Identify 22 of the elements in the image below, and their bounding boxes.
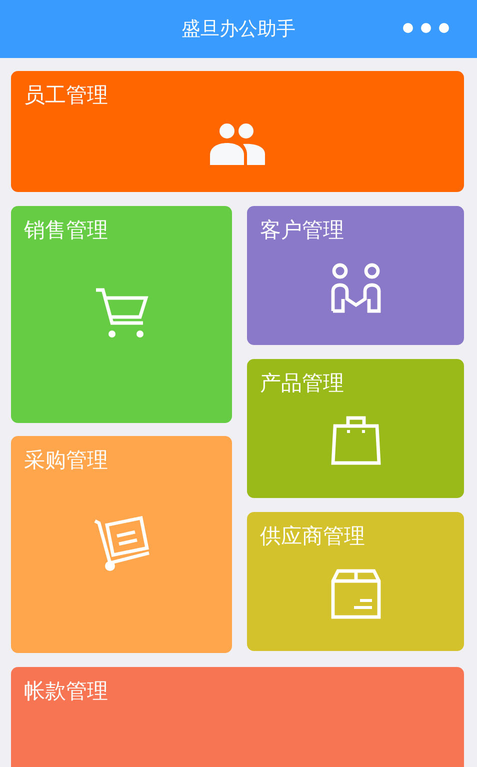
tile[interactable]: 供应商管理 xyxy=(247,512,464,651)
tile-label: 客户管理 xyxy=(260,217,344,244)
tile-label: 产品管理 xyxy=(260,370,344,397)
more-menu-icon[interactable] xyxy=(403,22,449,34)
two-people-icon xyxy=(330,262,380,312)
hand-truck-icon xyxy=(92,514,150,572)
tile-label: 供应商管理 xyxy=(260,523,365,550)
shopping-bag-icon xyxy=(330,416,380,466)
tile-label: 销售管理 xyxy=(24,217,108,244)
box-icon xyxy=(330,568,380,618)
tile[interactable]: 采购管理 xyxy=(11,436,232,653)
tile-label: 员工管理 xyxy=(24,82,108,109)
tile[interactable]: 销售管理 xyxy=(11,206,232,423)
tile-label: 采购管理 xyxy=(24,447,108,474)
tile[interactable]: 产品管理 xyxy=(247,359,464,498)
tile[interactable]: 员工管理 xyxy=(11,71,464,192)
tile[interactable]: 客户管理 xyxy=(247,206,464,345)
people-icon xyxy=(210,122,266,164)
tile-label: 帐款管理 xyxy=(24,678,108,705)
tile[interactable]: 帐款管理 xyxy=(11,667,464,767)
app-title: 盛旦办公助手 xyxy=(182,17,296,42)
shopping-cart-icon xyxy=(94,286,148,340)
